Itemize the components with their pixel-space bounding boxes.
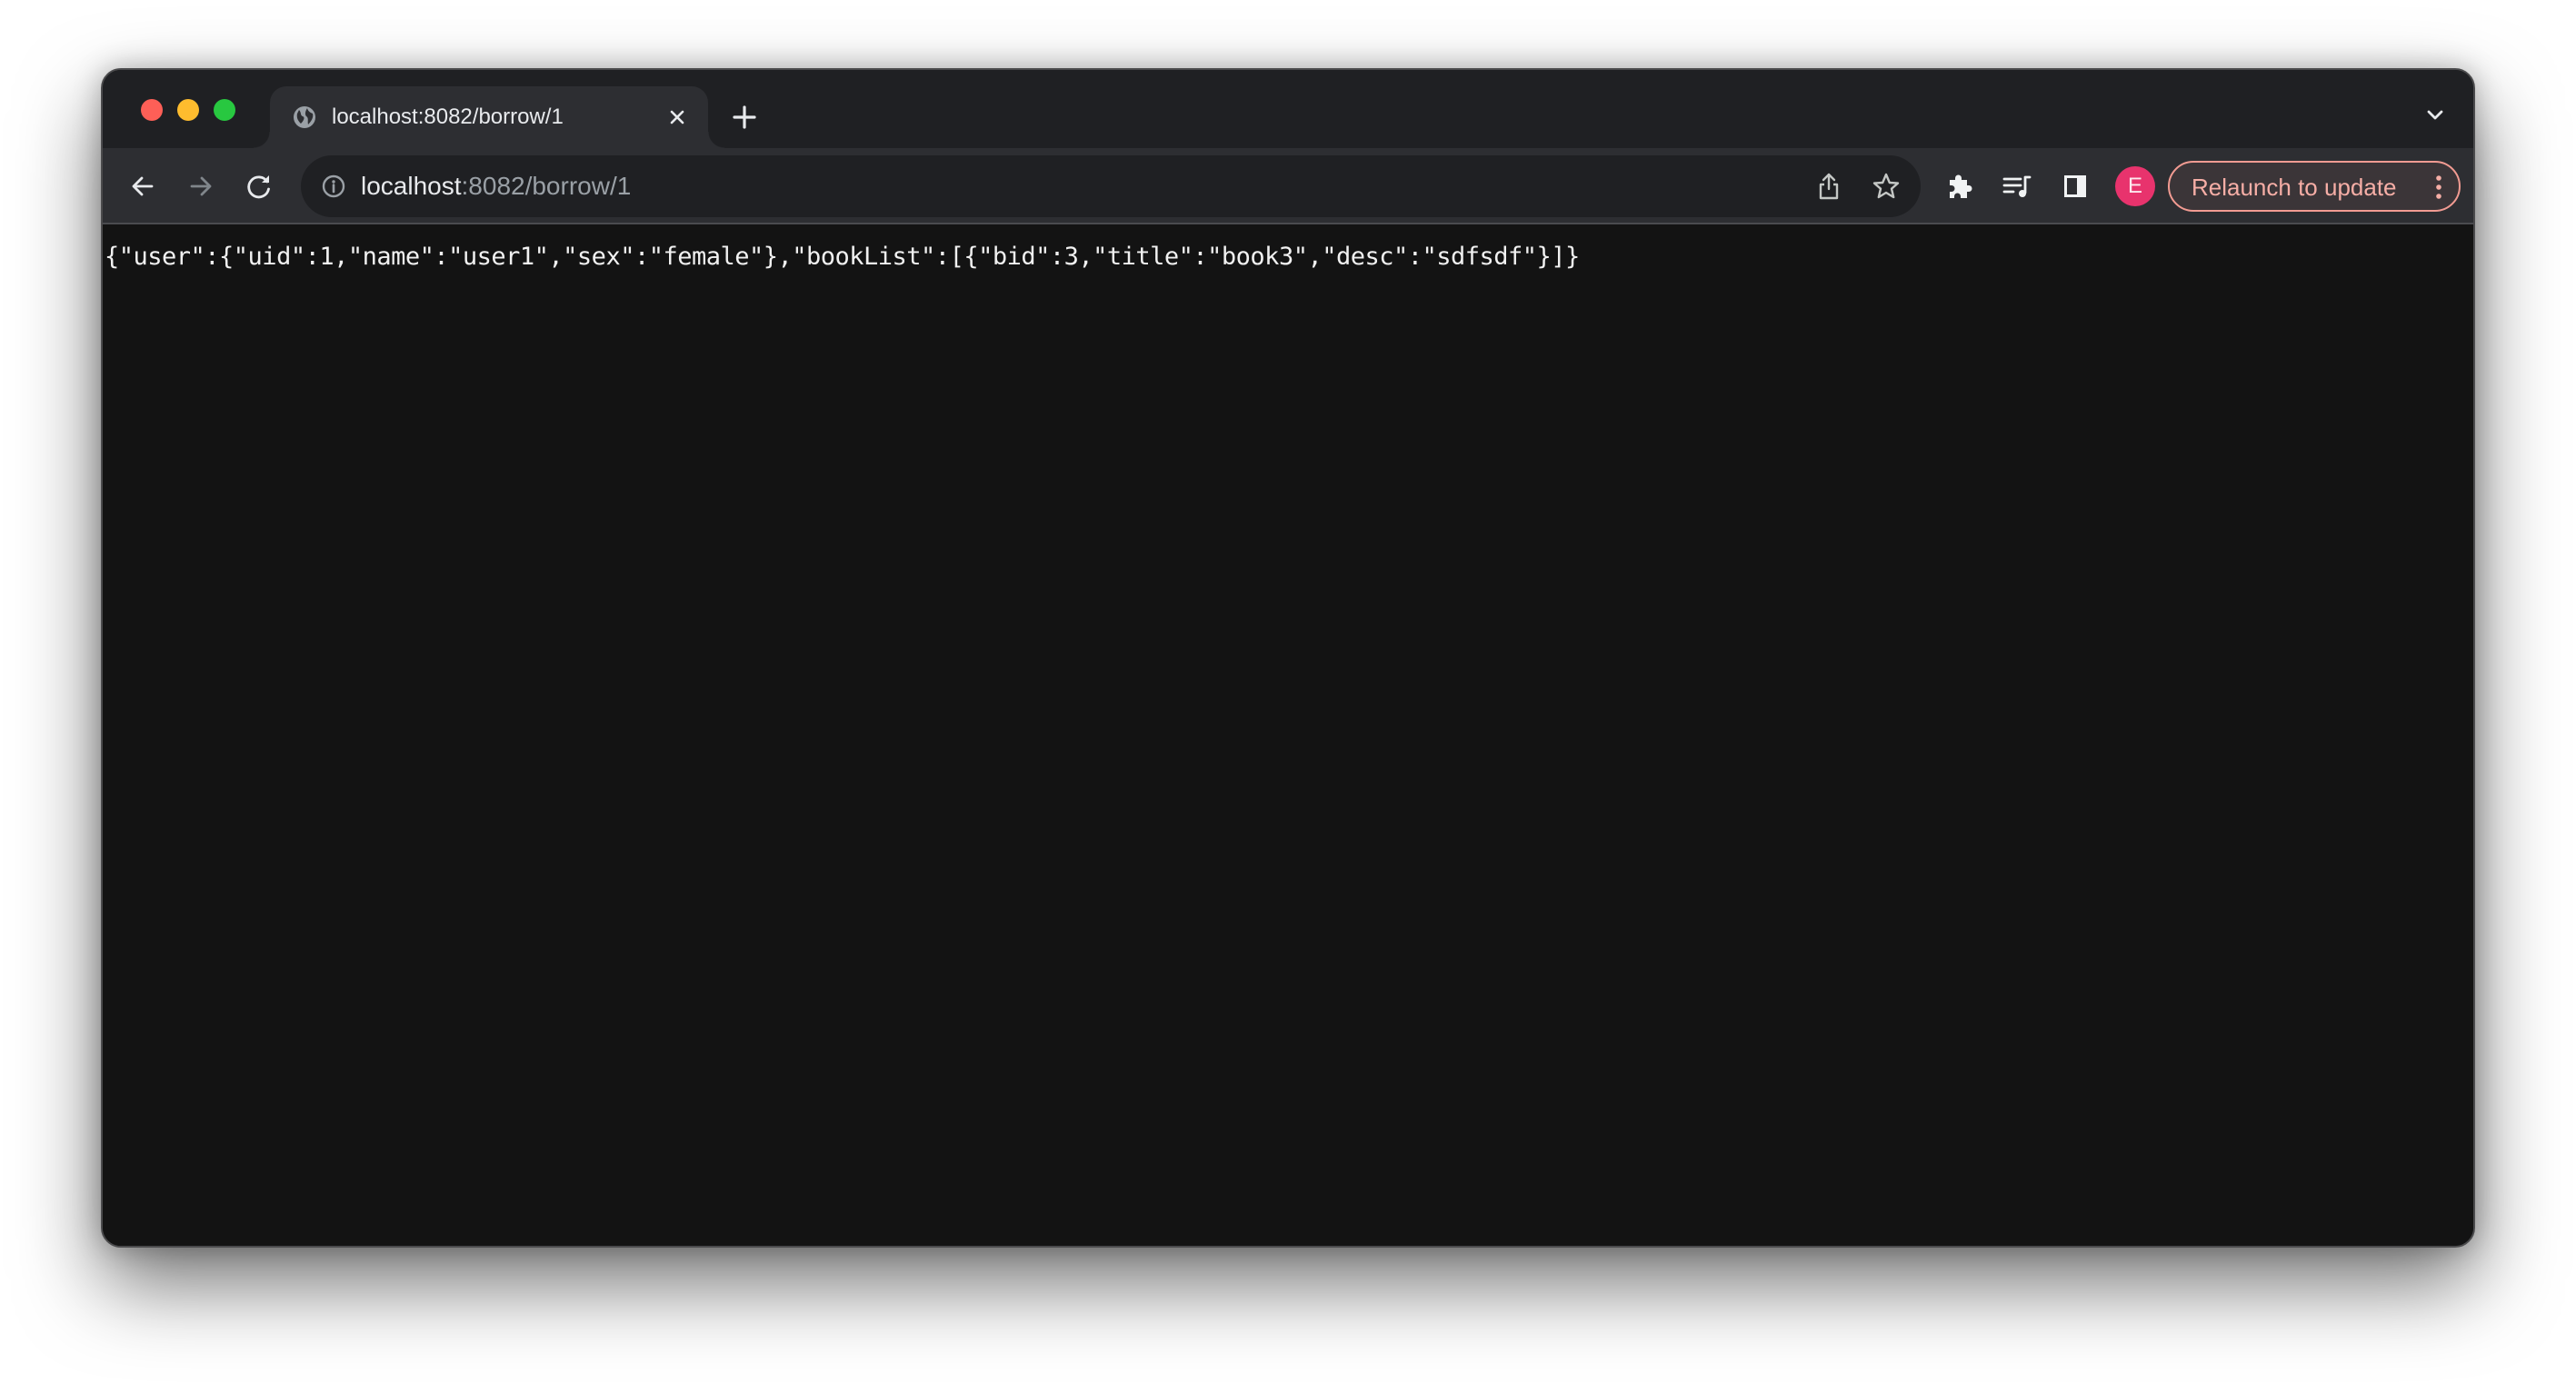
relaunch-to-update-button[interactable]: Relaunch to update bbox=[2168, 161, 2461, 212]
globe-icon bbox=[292, 104, 317, 130]
extensions-button[interactable] bbox=[1942, 170, 1975, 203]
relaunch-label: Relaunch to update bbox=[2192, 174, 2397, 201]
toolbar: localhost:8082/borrow/1 E Relaunch to up… bbox=[103, 148, 2473, 224]
tab-active[interactable]: localhost:8082/borrow/1 bbox=[254, 86, 724, 148]
address-bar[interactable]: localhost:8082/borrow/1 bbox=[301, 155, 1921, 217]
arrow-right-icon bbox=[190, 176, 212, 196]
media-controls-button[interactable] bbox=[2001, 170, 2033, 203]
zoom-window-button[interactable] bbox=[214, 99, 235, 121]
share-button[interactable] bbox=[1815, 172, 1842, 201]
kebab-menu-icon[interactable] bbox=[2433, 174, 2444, 201]
info-icon[interactable] bbox=[321, 174, 346, 199]
url-text[interactable]: localhost:8082/borrow/1 bbox=[361, 172, 631, 201]
media-queue-icon bbox=[2002, 175, 2032, 197]
new-tab-button[interactable] bbox=[728, 101, 761, 134]
share-icon bbox=[1819, 173, 1839, 200]
json-response-text: {"user":{"uid":1,"name":"user1","sex":"f… bbox=[105, 243, 1580, 271]
plus-icon bbox=[733, 105, 756, 129]
side-panel-icon bbox=[2064, 175, 2086, 197]
close-icon[interactable] bbox=[663, 103, 692, 132]
bookmark-button[interactable] bbox=[1872, 172, 1901, 201]
browser-window: localhost:8082/borrow/1 localhost:8082/b… bbox=[101, 68, 2475, 1248]
chevron-down-icon bbox=[2427, 110, 2443, 120]
forward-button[interactable] bbox=[185, 170, 217, 203]
profile-avatar[interactable]: E bbox=[2115, 166, 2155, 206]
url-host: localhost bbox=[361, 172, 462, 200]
puzzle-icon bbox=[1950, 174, 1972, 198]
tab-title: localhost:8082/borrow/1 bbox=[332, 104, 564, 129]
tab-search-button[interactable] bbox=[2424, 104, 2446, 126]
tab-strip: localhost:8082/borrow/1 bbox=[103, 70, 2473, 148]
url-path: :8082/borrow/1 bbox=[461, 172, 632, 200]
minimize-window-button[interactable] bbox=[177, 99, 199, 121]
reload-button[interactable] bbox=[243, 170, 275, 203]
reload-icon bbox=[247, 175, 270, 199]
back-button[interactable] bbox=[126, 170, 159, 203]
close-window-button[interactable] bbox=[141, 99, 163, 121]
arrow-left-icon bbox=[132, 176, 154, 196]
star-icon bbox=[1872, 173, 1900, 199]
side-panel-button[interactable] bbox=[2059, 170, 2092, 203]
page-content: {"user":{"uid":1,"name":"user1","sex":"f… bbox=[103, 224, 2473, 1246]
